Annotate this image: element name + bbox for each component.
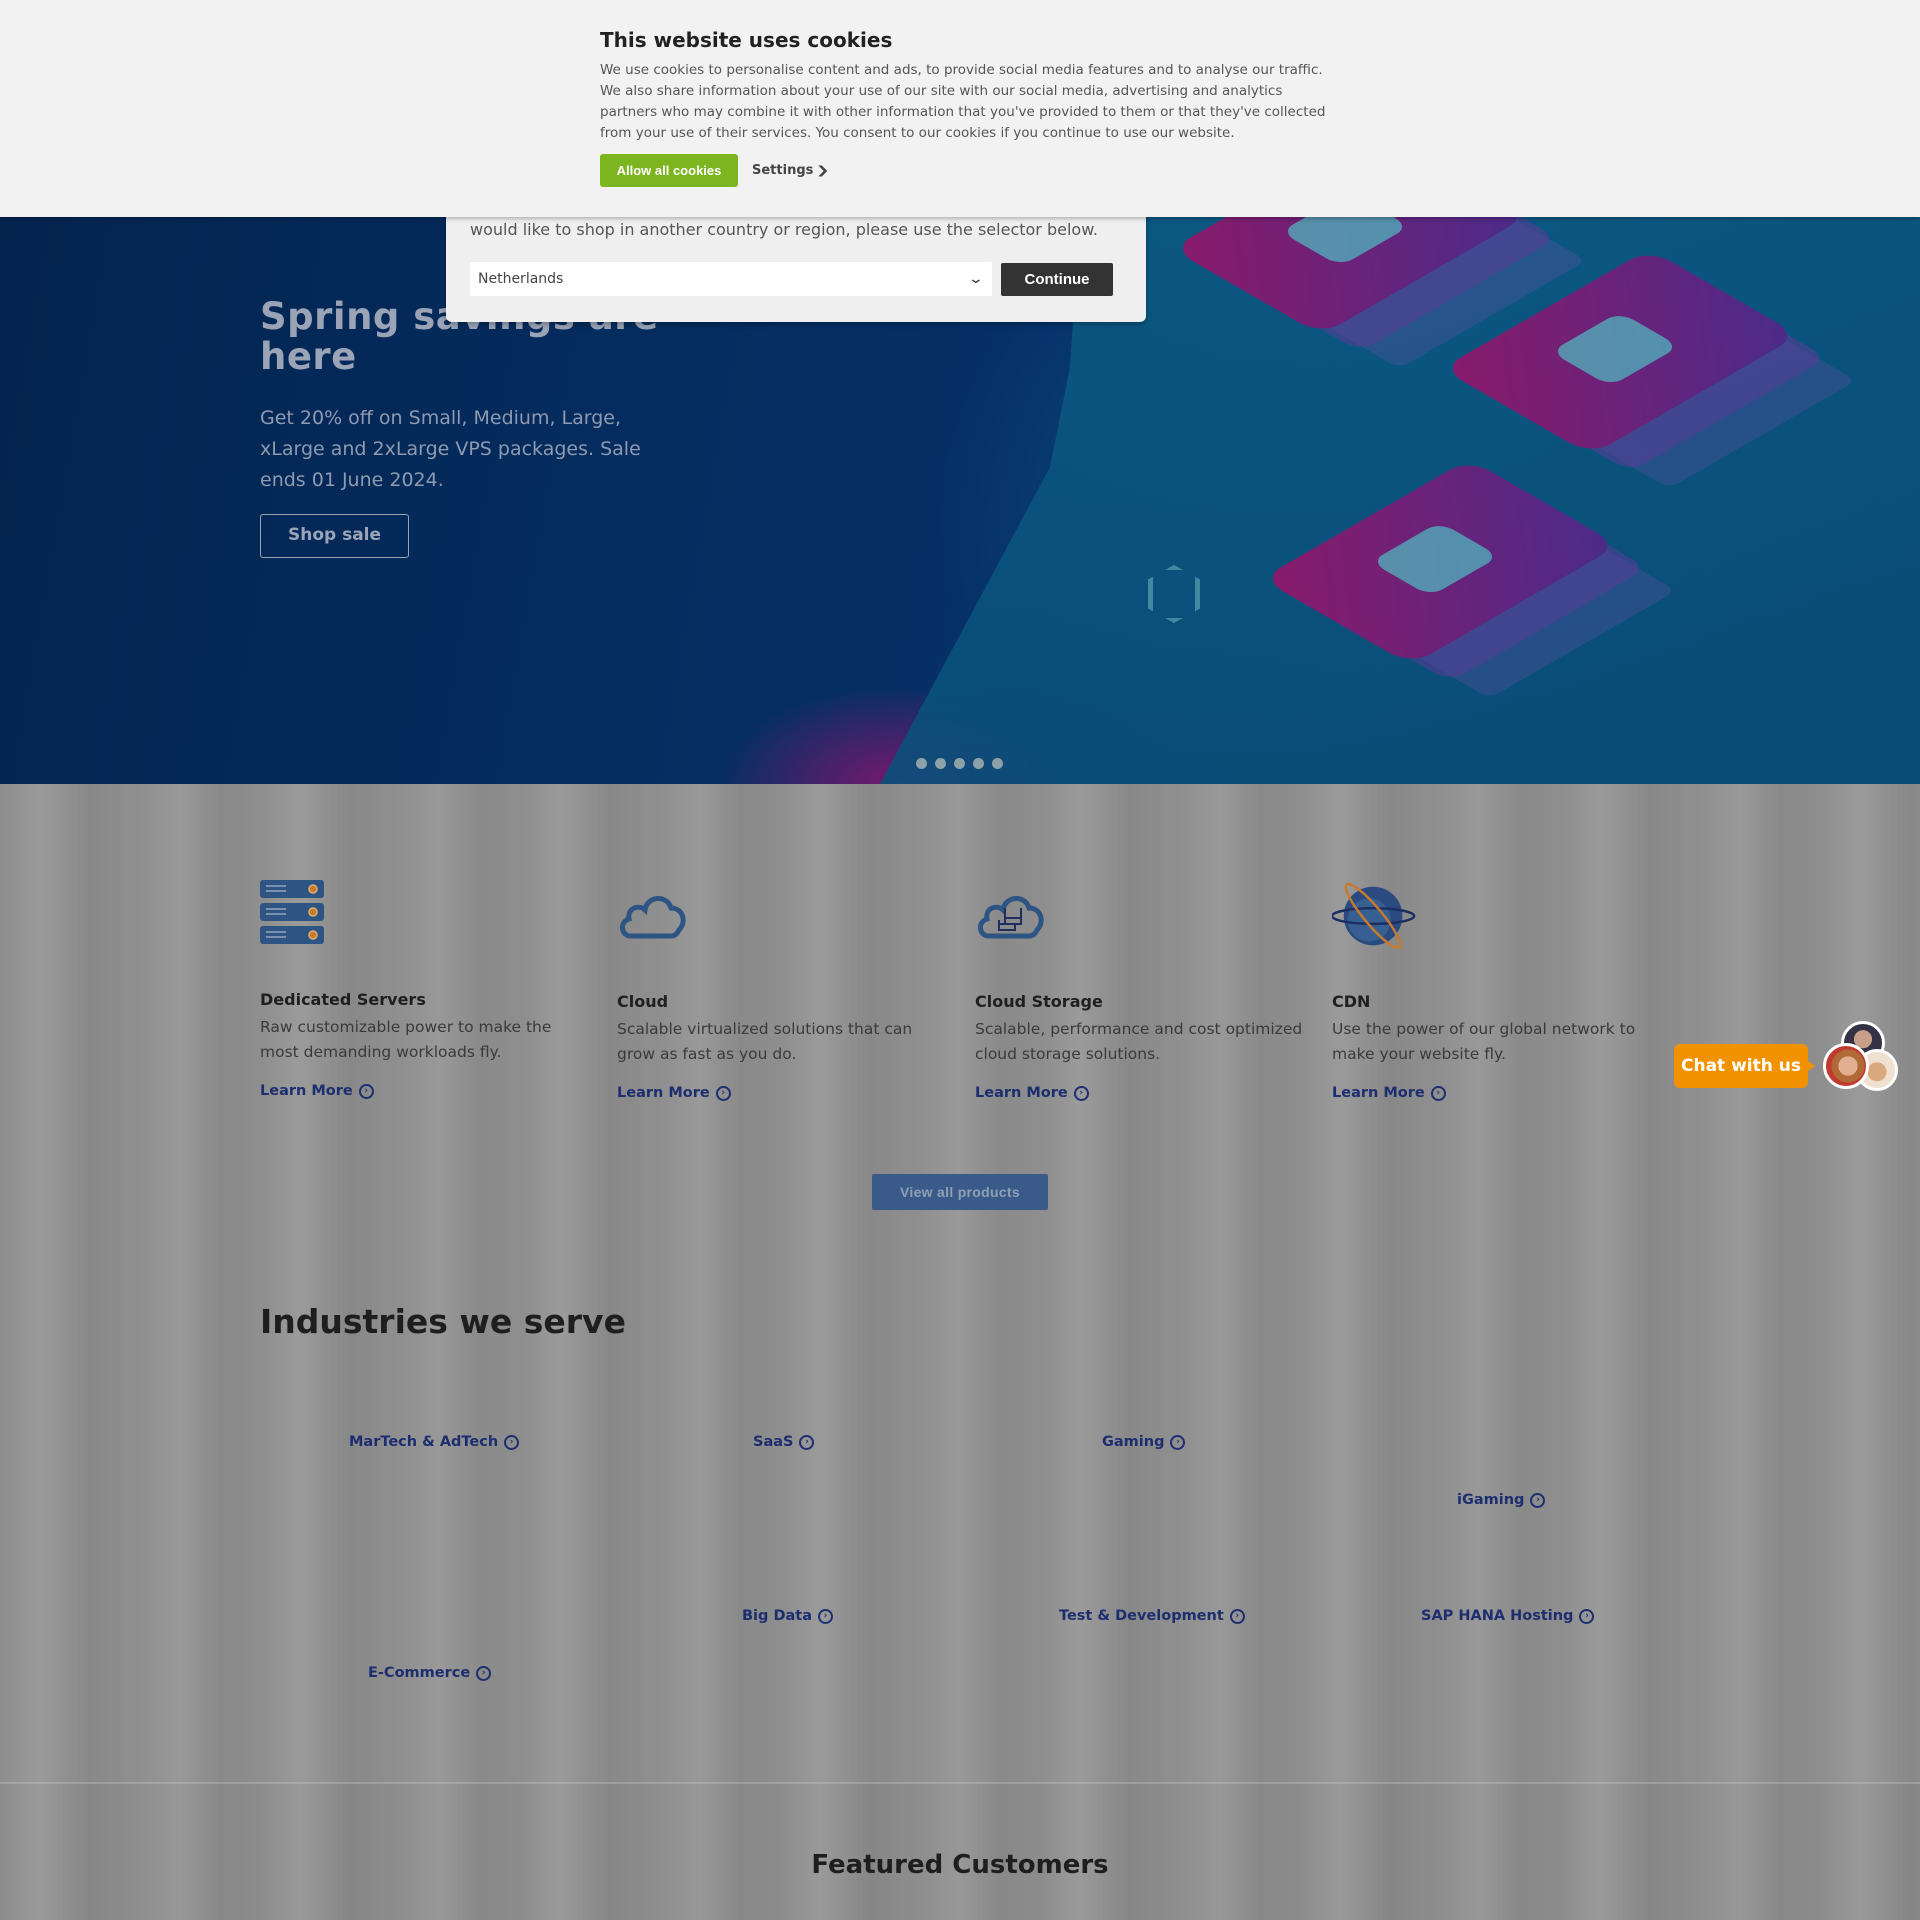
chevron-right-circle-icon: › [1073,1085,1089,1101]
industry-link-saas[interactable]: SaaS › [753,1434,815,1450]
chevron-down-icon: ⌄ [967,271,985,287]
section-divider [0,1782,1920,1784]
carousel-dot-1[interactable] [916,758,927,769]
carousel-dot-5[interactable] [992,758,1003,769]
chevron-right-circle-icon: › [1229,1608,1245,1624]
cookie-title: This website uses cookies [600,28,893,52]
product-card: Cloud Scalable virtualized solutions tha… [617,882,947,1101]
carousel-dot-2[interactable] [935,758,946,769]
carousel-dot-4[interactable] [973,758,984,769]
agent-avatar[interactable] [1823,1043,1869,1089]
learn-more-link[interactable]: Learn More › [260,1083,374,1099]
chevron-right-circle-icon: › [1579,1608,1595,1624]
product-description: Use the power of our global network to m… [1332,1020,1636,1063]
cloud-icon [620,896,686,939]
chevron-right-circle-icon: › [715,1085,731,1101]
product-description: Scalable virtualized solutions that can … [617,1020,913,1063]
industries-title: Industries we serve [260,1302,626,1341]
industry-link-ecommerce[interactable]: E-Commerce › [368,1665,492,1681]
industry-link-igaming[interactable]: iGaming › [1457,1492,1546,1508]
chevron-right-circle-icon: › [1170,1434,1186,1450]
hero-content: Spring savings are here Get 20% off on S… [260,297,660,558]
chat-with-us-button[interactable]: Chat with us [1674,1044,1815,1088]
chevron-down-icon: ❯ [815,164,830,177]
product-card: Cloud Storage Scalable, performance and … [975,882,1305,1101]
country-modal-text: would like to shop in another country or… [470,220,1098,239]
industry-link-test-development[interactable]: Test & Development › [1059,1608,1245,1624]
learn-more-link[interactable]: Learn More › [975,1085,1089,1101]
allow-all-cookies-button[interactable]: Allow all cookies [600,154,738,187]
hero-text: Get 20% off on Small, Medium, Large, xLa… [260,407,641,491]
product-title: Dedicated Servers [260,990,426,1009]
cloud-storage-icon [978,896,1044,939]
cookie-text: We use cookies to personalise content an… [600,62,1326,141]
industry-link-big-data[interactable]: Big Data › [742,1608,833,1624]
view-all-products-button[interactable]: View all products [872,1174,1048,1210]
product-title: Cloud Storage [975,992,1103,1011]
country-select[interactable]: Netherlands ⌄ [470,262,992,296]
industry-link-martech[interactable]: MarTech & AdTech › [349,1434,520,1450]
learn-more-link[interactable]: Learn More › [617,1085,731,1101]
chevron-right-circle-icon: › [818,1608,833,1624]
product-card: Dedicated Servers Raw customizable power… [260,880,590,1099]
shop-sale-button[interactable]: Shop sale [260,514,409,558]
learn-more-link[interactable]: Learn More › [1332,1085,1446,1101]
product-card: CDN Use the power of our global network … [1330,882,1662,1101]
globe-network-icon [1330,882,1416,950]
product-description: Raw customizable power to make the most … [260,1018,552,1061]
chevron-right-circle-icon: › [504,1434,520,1450]
cookie-settings-label: Settings [752,163,814,178]
selected-country: Netherlands [478,271,564,287]
carousel-dot-3[interactable] [954,758,965,769]
product-title: CDN [1332,992,1371,1011]
chevron-right-circle-icon: › [1430,1085,1446,1101]
page-content: Dedicated Servers Raw customizable power… [0,784,1920,1920]
continue-button[interactable]: Continue [1001,263,1113,296]
industry-link-gaming[interactable]: Gaming › [1102,1434,1186,1450]
chevron-right-circle-icon: › [1530,1492,1546,1508]
industry-link-sap-hana[interactable]: SAP HANA Hosting › [1421,1608,1595,1624]
chevron-right-circle-icon: › [476,1665,492,1681]
cookie-settings-toggle[interactable]: Settings ❯ [752,163,830,178]
cookie-banner: This website uses cookies We use cookies… [0,0,1920,217]
product-title: Cloud [617,992,669,1011]
product-description: Scalable, performance and cost optimized… [975,1020,1303,1063]
carousel-dots [916,758,1003,769]
featured-customers-title: Featured Customers [811,1850,1109,1880]
server-rack-icon [260,880,324,944]
chevron-right-circle-icon: › [799,1434,815,1450]
chevron-right-circle-icon: › [358,1083,374,1099]
